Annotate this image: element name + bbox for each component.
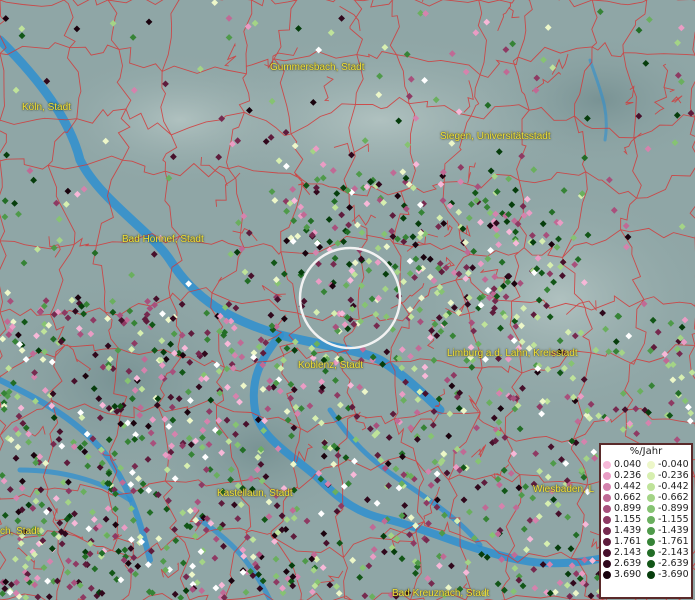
city-label-bad-kreuznach: Bad Kreuznach, Stadt — [392, 588, 490, 599]
legend-value: 0.662 — [614, 492, 642, 503]
city-label-limburg: Limburg a.d. Lahn, Kreisstadt — [447, 348, 578, 359]
legend-swatch — [647, 482, 655, 491]
legend-value: -2.639 — [658, 558, 689, 569]
legend-positive-column: 0.040 0.236 0.442 0.662 0.899 1.155 1.439 1.761… — [603, 459, 647, 580]
legend-row-negative: -0.662 — [647, 492, 691, 503]
city-label-kastellaun: Kastellaun, Stadt — [217, 488, 293, 499]
legend-row-negative: -1.439 — [647, 525, 691, 536]
legend-value: 0.040 — [614, 459, 642, 470]
legend-row-negative: -2.143 — [647, 547, 691, 558]
legend-swatch — [647, 537, 655, 546]
legend-row-positive: 3.690 — [603, 569, 647, 580]
legend-negative-column: -0.040 -0.236 -0.442 -0.662 -0.899 -1.155 -1.4… — [647, 459, 691, 580]
legend-swatch — [647, 504, 655, 513]
legend-swatch — [603, 515, 611, 524]
legend-value: 0.236 — [614, 470, 642, 481]
legend-row-negative: -0.040 — [647, 459, 691, 470]
legend-value: -0.236 — [658, 470, 689, 481]
legend-swatch — [603, 537, 611, 546]
legend-swatch — [603, 504, 611, 513]
legend-swatch — [647, 559, 655, 568]
legend-value: 1.155 — [614, 514, 642, 525]
legend-row-negative: -3.690 — [647, 569, 691, 580]
legend-row-positive: 0.442 — [603, 481, 647, 492]
legend-value: -1.761 — [658, 536, 689, 547]
map-view[interactable]: Gummersbach, Stadt Köln, Stadt Siegen, U… — [0, 0, 695, 600]
legend-swatch — [603, 559, 611, 568]
legend-row-positive: 1.155 — [603, 514, 647, 525]
legend-swatch — [647, 548, 655, 557]
legend-swatch — [603, 526, 611, 535]
city-label-koblenz: Koblenz, Stadt — [298, 360, 364, 371]
legend-row-positive: 0.899 — [603, 503, 647, 514]
legend-value: 3.690 — [614, 569, 642, 580]
legend-swatch — [603, 493, 611, 502]
legend-value: 2.639 — [614, 558, 642, 569]
city-label-siegen: Siegen, Universitätsstadt — [440, 131, 551, 142]
city-label-partial: ch, Stadt — [0, 526, 40, 537]
legend-row-positive: 1.761 — [603, 536, 647, 547]
legend-swatch — [603, 548, 611, 557]
legend-title: %/Jahr — [629, 446, 663, 457]
legend-value: -0.442 — [658, 481, 689, 492]
city-label-koeln: Köln, Stadt — [22, 102, 71, 113]
city-label-gummersbach: Gummersbach, Stadt — [270, 62, 365, 73]
legend-row-negative: -0.899 — [647, 503, 691, 514]
legend-swatch — [647, 493, 655, 502]
legend-swatch — [603, 460, 611, 469]
legend-row-positive: 2.639 — [603, 558, 647, 569]
city-label-bad-honnef: Bad Honnef, Stadt — [122, 234, 204, 245]
legend-row-negative: -0.442 — [647, 481, 691, 492]
legend-row-negative: -2.639 — [647, 558, 691, 569]
legend-value: -3.690 — [658, 569, 689, 580]
legend-value: 1.439 — [614, 525, 642, 536]
legend-swatch — [647, 471, 655, 480]
legend-row-negative: -1.761 — [647, 536, 691, 547]
legend-row-positive: 0.662 — [603, 492, 647, 503]
legend-row-negative: -0.236 — [647, 470, 691, 481]
legend: %/Jahr 0.040 0.236 0.442 0.662 0.899 1.155 1.4… — [599, 443, 693, 599]
legend-value: -1.155 — [658, 514, 689, 525]
legend-swatch — [603, 570, 611, 579]
legend-value: -2.143 — [658, 547, 689, 558]
legend-swatch — [647, 515, 655, 524]
legend-row-positive: 2.143 — [603, 547, 647, 558]
legend-swatch — [647, 526, 655, 535]
legend-row-positive: 1.439 — [603, 525, 647, 536]
legend-row-positive: 0.236 — [603, 470, 647, 481]
legend-row-negative: -1.155 — [647, 514, 691, 525]
legend-value: -1.439 — [658, 525, 689, 536]
city-label-wiesbaden: Wiesbaden, L — [533, 484, 595, 495]
legend-row-positive: 0.040 — [603, 459, 647, 470]
legend-value: -0.662 — [658, 492, 689, 503]
legend-value: 0.899 — [614, 503, 642, 514]
legend-value: 1.761 — [614, 536, 642, 547]
legend-swatch — [647, 460, 655, 469]
legend-swatch — [603, 482, 611, 491]
legend-value: -0.040 — [658, 459, 689, 470]
legend-value: 2.143 — [614, 547, 642, 558]
map-canvas[interactable] — [0, 0, 695, 600]
legend-value: -0.899 — [658, 503, 689, 514]
legend-swatch — [603, 471, 611, 480]
legend-value: 0.442 — [614, 481, 642, 492]
legend-swatch — [647, 570, 655, 579]
